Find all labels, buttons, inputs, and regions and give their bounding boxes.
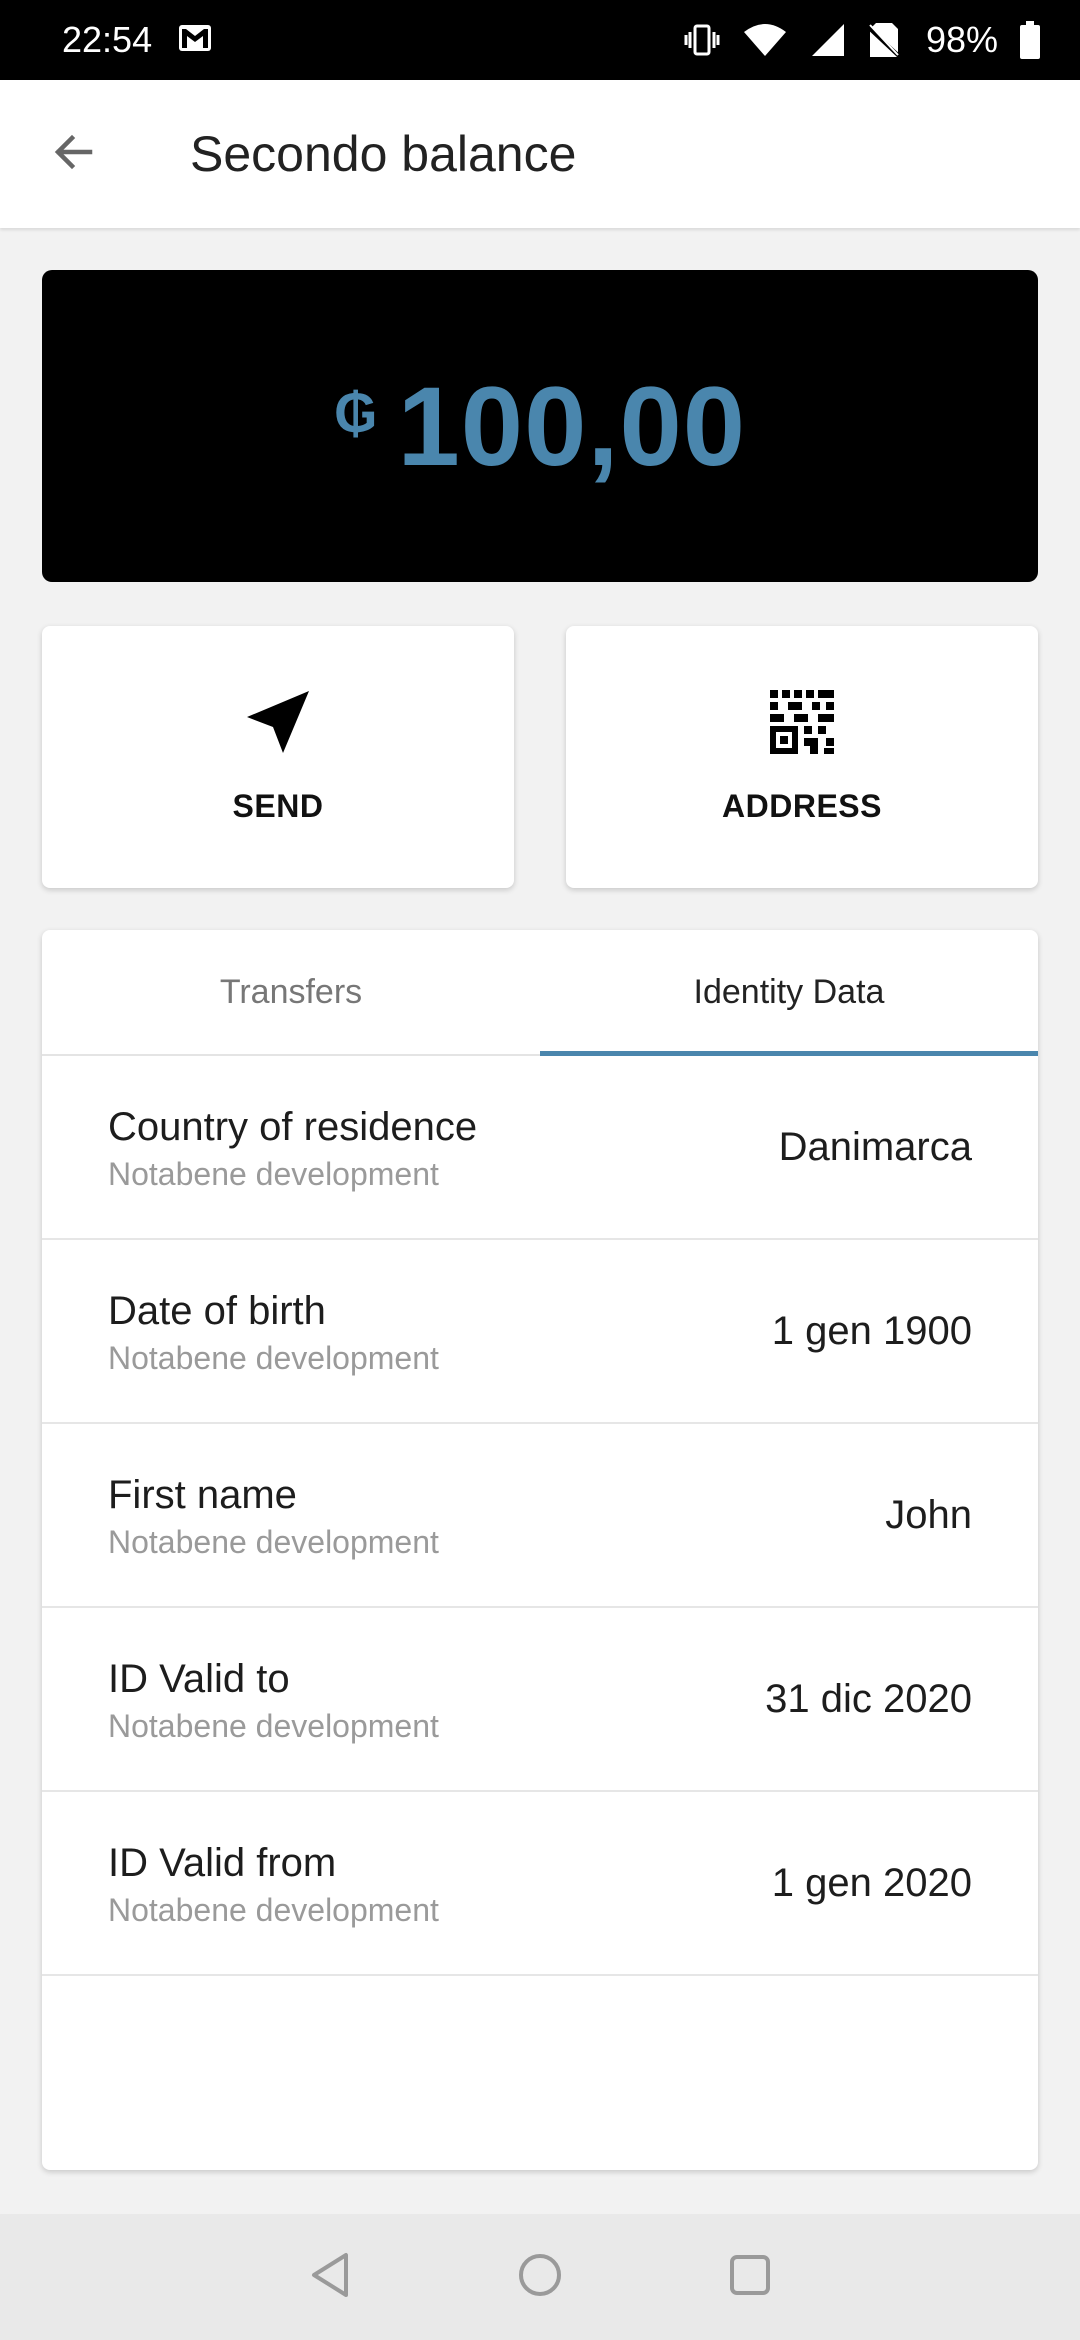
send-icon (243, 687, 313, 762)
row-source: Notabene development (108, 1707, 439, 1744)
send-button[interactable]: SEND (42, 626, 514, 888)
row-label: ID Valid from (108, 1840, 337, 1885)
currency-symbol: ₲ (333, 381, 378, 444)
square-recents-icon (728, 2253, 772, 2302)
row-value: 31 dic 2020 (765, 1676, 972, 1721)
row-source: Notabene development (108, 1523, 439, 1560)
address-button[interactable]: ADDRESS (566, 626, 1038, 888)
circle-home-icon (516, 2251, 564, 2304)
row-label: First name (108, 1472, 297, 1517)
row-source: Notabene development (108, 1339, 439, 1376)
status-time: 22:54 (62, 19, 153, 60)
wifi-icon (742, 22, 788, 58)
page-title: Secondo balance (190, 126, 577, 182)
tab-transfers[interactable]: Transfers (42, 930, 540, 1054)
list-item: Country of residence Notabene developmen… (42, 1056, 1038, 1240)
triangle-back-icon (308, 2251, 352, 2304)
arrow-back-icon (50, 128, 98, 181)
list-item: ID Valid from Notabene development 1 gen… (42, 1792, 1038, 1976)
nav-back-button[interactable] (300, 2247, 360, 2307)
row-value: John (885, 1492, 972, 1537)
row-label: Country of residence (108, 1104, 478, 1149)
list-item: ID Valid to Notabene development 31 dic … (42, 1608, 1038, 1792)
row-value: Danimarca (778, 1124, 972, 1169)
app-bar: Secondo balance (0, 80, 1080, 228)
identity-list: Country of residence Notabene developmen… (42, 1056, 1038, 1976)
list-item: Date of birth Notabene development 1 gen… (42, 1240, 1038, 1424)
identity-card: Transfers Identity Data Country of resid… (42, 930, 1038, 2170)
list-item: First name Notabene development John (42, 1424, 1038, 1608)
no-sim-icon (867, 21, 900, 59)
row-source: Notabene development (108, 1155, 439, 1192)
row-label: ID Valid to (108, 1656, 290, 1701)
battery-percent: 98% (925, 19, 998, 60)
vibrate-icon (684, 22, 720, 58)
back-button[interactable] (0, 80, 148, 228)
tab-identity-data[interactable]: Identity Data (540, 930, 1038, 1054)
row-value: 1 gen 1900 (771, 1308, 972, 1353)
gmail-icon (178, 19, 212, 61)
battery-icon (1020, 21, 1040, 59)
send-label: SEND (232, 788, 324, 824)
balance-card: ₲ 100,00 (42, 270, 1038, 582)
row-source: Notabene development (108, 1891, 439, 1928)
nav-recents-button[interactable] (720, 2247, 780, 2307)
signal-icon (810, 22, 846, 58)
nav-home-button[interactable] (510, 2247, 570, 2307)
row-value: 1 gen 2020 (771, 1860, 972, 1905)
balance-amount: 100,00 (397, 363, 747, 489)
row-label: Date of birth (108, 1288, 326, 1333)
tab-indicator (540, 1051, 1038, 1056)
system-nav-bar (0, 2214, 1080, 2340)
status-bar: 22:54 98% (0, 0, 1080, 80)
qr-code-icon (768, 688, 836, 761)
address-label: ADDRESS (722, 788, 882, 824)
tab-bar: Transfers Identity Data (42, 930, 1038, 1056)
